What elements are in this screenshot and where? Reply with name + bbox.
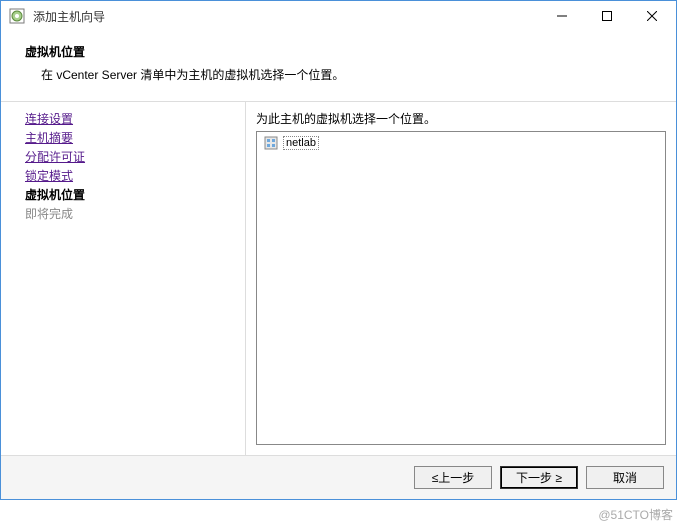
step-assign-license[interactable]: 分配许可证: [25, 148, 245, 167]
page-description: 在 vCenter Server 清单中为主机的虚拟机选择一个位置。: [25, 66, 652, 83]
step-connection-settings[interactable]: 连接设置: [25, 110, 245, 129]
back-button[interactable]: ≤上一步: [414, 466, 492, 489]
wizard-dialog: 添加主机向导 虚拟机位置 在 vCenter Server 清单中为主机的虚拟机…: [0, 0, 677, 500]
app-icon: [9, 8, 25, 24]
tree-item-datacenter[interactable]: netlab: [259, 134, 663, 152]
close-button[interactable]: [629, 2, 674, 30]
wizard-footer: ≤上一步 下一步 ≥ 取消: [1, 455, 676, 499]
next-button[interactable]: 下一步 ≥: [500, 466, 578, 489]
steps-sidebar: 连接设置 主机摘要 分配许可证 锁定模式 虚拟机位置 即将完成: [1, 102, 246, 455]
step-host-summary[interactable]: 主机摘要: [25, 129, 245, 148]
step-ready-to-complete: 即将完成: [25, 205, 245, 224]
step-lockdown-mode[interactable]: 锁定模式: [25, 167, 245, 186]
window-title: 添加主机向导: [33, 8, 539, 25]
tree-item-label: netlab: [283, 136, 319, 150]
selection-instruction: 为此主机的虚拟机选择一个位置。: [256, 110, 666, 127]
main-panel: 为此主机的虚拟机选择一个位置。 netlab: [246, 102, 676, 455]
location-tree[interactable]: netlab: [256, 131, 666, 445]
watermark: @51CTO博客: [598, 506, 673, 523]
wizard-body: 连接设置 主机摘要 分配许可证 锁定模式 虚拟机位置 即将完成 为此主机的虚拟机…: [1, 101, 676, 455]
titlebar: 添加主机向导: [1, 1, 676, 31]
window-controls: [539, 2, 674, 30]
step-vm-location: 虚拟机位置: [25, 186, 245, 205]
cancel-button[interactable]: 取消: [586, 466, 664, 489]
maximize-button[interactable]: [584, 2, 629, 30]
datacenter-icon: [263, 135, 279, 151]
wizard-header: 虚拟机位置 在 vCenter Server 清单中为主机的虚拟机选择一个位置。: [1, 31, 676, 101]
minimize-button[interactable]: [539, 2, 584, 30]
page-title: 虚拟机位置: [25, 43, 652, 60]
